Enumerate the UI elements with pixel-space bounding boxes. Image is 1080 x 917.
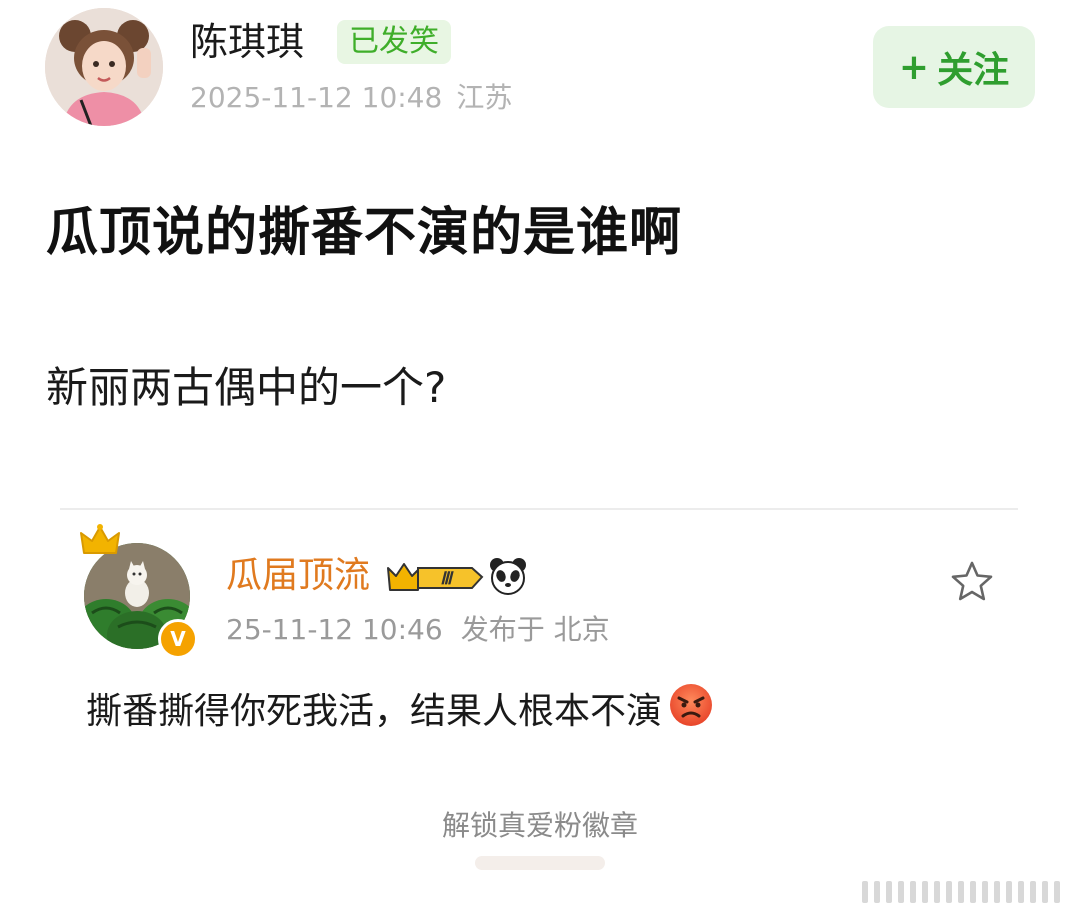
quoted-text: 撕番撕得你死我活，结果人根本不演 <box>86 682 714 741</box>
weibo-watermark-icon <box>862 881 1060 903</box>
star-outline-icon <box>951 561 993 601</box>
unlock-fan-badge-link[interactable]: 解锁真爱粉徽章 <box>0 808 1080 844</box>
fan-level-badge[interactable]: Ⅲ <box>384 560 484 598</box>
fan-level-badge-icon: Ⅲ <box>387 563 484 591</box>
favorite-button[interactable] <box>950 560 994 606</box>
quoted-text-content: 撕番撕得你死我活，结果人根本不演 <box>86 690 663 732</box>
post-timestamp: 2025-11-12 10:48 <box>190 81 443 114</box>
quoted-avatar-group[interactable]: V <box>78 523 198 659</box>
quoted-published-from: 发布于 北京 <box>460 613 610 646</box>
follow-label: 关注 <box>937 50 1010 91</box>
author-avatar[interactable] <box>45 8 163 126</box>
quoted-author-name[interactable]: 瓜届顶流 <box>226 552 370 600</box>
user-avatar-photo-icon <box>45 8 163 126</box>
verified-v-icon: V <box>158 619 198 659</box>
post-body: 新丽两古偶中的一个? <box>46 363 447 412</box>
angry-face-icon <box>668 682 714 741</box>
post-meta: 2025-11-12 10:48 江苏 <box>190 80 512 116</box>
unlock-bar <box>475 856 605 870</box>
user-badge: 已发笑 <box>337 20 451 64</box>
quoted-timestamp: 25-11-12 10:46 <box>226 613 443 646</box>
divider <box>60 508 1018 510</box>
follow-button[interactable]: + 关注 <box>873 26 1035 108</box>
plus-icon: + <box>898 46 930 88</box>
panda-icon <box>490 558 526 595</box>
panda-badge <box>488 556 528 600</box>
post-location: 江苏 <box>456 81 513 114</box>
quoted-meta: 25-11-12 10:46 发布于 北京 <box>226 612 610 648</box>
author-name[interactable]: 陈琪琪 <box>190 18 304 66</box>
crown-icon <box>80 524 120 554</box>
post-title: 瓜顶说的撕番不演的是谁啊 <box>46 203 683 263</box>
weibo-watermark <box>858 873 1072 913</box>
